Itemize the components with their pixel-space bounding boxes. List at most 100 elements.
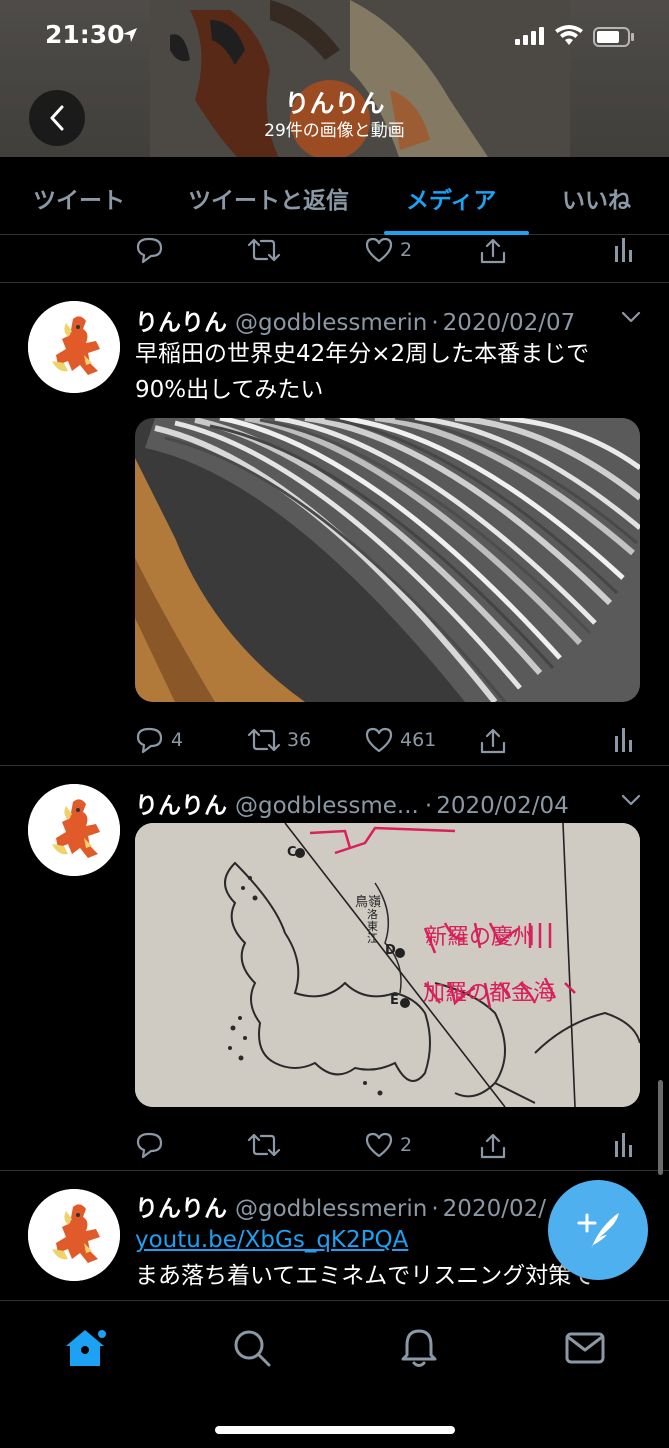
map-label-d: D: [385, 943, 396, 958]
tweet-author-name[interactable]: りんりん: [135, 1196, 227, 1222]
map-annotation: 加羅の都金海: [423, 981, 556, 1006]
reply-icon: [136, 1132, 163, 1159]
compose-tweet-icon: [577, 1213, 619, 1249]
share-button[interactable]: [478, 236, 508, 266]
tweet-date-separator: ·: [431, 1196, 439, 1222]
reply-count: 4: [171, 729, 184, 751]
profile-tabs: ツイート ツイートと返信 メディア いいね: [0, 157, 669, 235]
tweet-text-line: 早稲田の世界史42年分×2周した本番まじで: [135, 341, 590, 367]
home-icon: [66, 1330, 106, 1366]
reply-button[interactable]: [135, 236, 165, 264]
tweet-text: 早稲田の世界史42年分×2周した本番まじで 90%出してみたい: [135, 336, 635, 408]
cellular-signal-icon: [515, 27, 544, 45]
tweet-date[interactable]: 2020/02/07: [443, 310, 576, 336]
analytics-button[interactable]: [613, 236, 635, 264]
status-time: 21:30: [45, 20, 125, 49]
tweet-actions: 2: [135, 236, 635, 270]
avatar[interactable]: [28, 1189, 120, 1281]
nav-notifications[interactable]: [394, 1323, 444, 1373]
retweet-icon: [247, 238, 281, 262]
location-arrow-icon: [123, 28, 137, 42]
tweet-author-handle[interactable]: @godblessmerin: [235, 310, 427, 336]
like-count: 461: [400, 729, 437, 751]
tweet-photo[interactable]: C D E 鳥嶺 洛東江 新羅の慶州 加羅の都金海: [135, 823, 640, 1107]
map-annotation: 新羅の慶州: [425, 925, 536, 950]
heart-icon: [365, 237, 393, 263]
tweet-text-line: 90%出してみたい: [135, 377, 324, 403]
analytics-icon: [615, 1133, 632, 1157]
tweet-author-handle[interactable]: @godblessme...: [235, 793, 419, 819]
retweet-icon: [247, 1133, 281, 1157]
profile-name: りんりん: [284, 89, 385, 118]
retweet-button[interactable]: [247, 1131, 281, 1159]
tweet-date-separator: ·: [424, 793, 433, 819]
analytics-button[interactable]: [613, 726, 635, 754]
tab-likes[interactable]: いいね: [562, 181, 631, 215]
tweet-date[interactable]: 2020/02/: [443, 1196, 546, 1222]
share-button[interactable]: [478, 1131, 508, 1161]
tweet-author-handle[interactable]: @godblessmerin: [235, 1196, 427, 1222]
like-button[interactable]: 2: [364, 236, 412, 264]
battery-icon: [593, 27, 634, 47]
avatar[interactable]: [28, 784, 120, 876]
wifi-icon: [555, 25, 583, 45]
heart-icon: [365, 727, 393, 753]
tweet-date-separator: ·: [431, 310, 439, 336]
mail-icon: [565, 1332, 605, 1364]
tweet[interactable]: りんりん @godblessmerin · 2020/02/07 早稲田の世界史42年…: [0, 283, 669, 765]
nav-messages[interactable]: [560, 1323, 610, 1373]
home-indicator[interactable]: [215, 1426, 455, 1434]
retweet-icon: [247, 728, 281, 752]
tweet-author-name[interactable]: りんりん: [135, 310, 227, 336]
like-count: 2: [400, 239, 413, 261]
status-bar: 21:30: [0, 0, 669, 70]
tweet-actions: 4 36 461: [135, 726, 635, 760]
photo-annotated-map: [135, 823, 640, 1107]
share-icon: [480, 1133, 506, 1159]
nav-search[interactable]: [227, 1323, 277, 1373]
like-count: 2: [400, 1134, 413, 1156]
photo-stack-of-papers: [135, 418, 640, 702]
avatar-image: [28, 1189, 120, 1281]
tweet-actions: 2: [135, 1131, 635, 1165]
tweet-header: りんりん @godblessmerin · 2020/02/07: [135, 303, 575, 337]
tweet-photo[interactable]: [135, 418, 640, 702]
tweet[interactable]: りんりん @godblessme... · 2020/02/04 C D E 鳥…: [0, 766, 669, 1170]
compose-tweet-button[interactable]: [548, 1180, 648, 1280]
tab-tweets[interactable]: ツイート: [33, 181, 125, 215]
nav-home[interactable]: [60, 1323, 110, 1373]
reply-button[interactable]: [135, 1131, 165, 1159]
reply-icon: [136, 727, 163, 754]
avatar-image: [28, 784, 120, 876]
map-label-river: 洛東江: [367, 908, 378, 945]
avatar-image: [28, 301, 120, 393]
bell-icon: [401, 1329, 437, 1367]
chevron-down-icon[interactable]: [620, 793, 642, 807]
tweet-header: りんりん @godblessme... · 2020/02/04: [135, 786, 569, 820]
map-label-e: E: [390, 993, 399, 1008]
analytics-icon: [615, 728, 632, 752]
tweet-author-name[interactable]: りんりん: [135, 793, 227, 819]
share-icon: [480, 728, 506, 754]
chevron-down-icon[interactable]: [620, 310, 642, 324]
tab-tweets-and-replies[interactable]: ツイートと返信: [188, 181, 349, 215]
media-feed[interactable]: 2 りんりん @godblessmerin · 2020/02/07 早稲田の世界: [0, 236, 669, 1300]
tweet-date[interactable]: 2020/02/04: [436, 793, 569, 819]
profile-media-count: 29件の画像と動画: [264, 121, 405, 141]
share-icon: [480, 238, 506, 264]
avatar[interactable]: [28, 301, 120, 393]
retweet-button[interactable]: 36: [247, 726, 311, 754]
like-button[interactable]: 461: [364, 726, 436, 754]
analytics-button[interactable]: [613, 1131, 635, 1159]
reply-button[interactable]: 4: [135, 726, 183, 754]
share-button[interactable]: [478, 726, 508, 756]
profile-header: 21:30 りんりん 29件の画像と動画: [0, 0, 669, 157]
map-label-c: C: [287, 845, 297, 860]
retweet-button[interactable]: [247, 236, 281, 264]
tweet-header: りんりん @godblessmerin · 2020/02/: [135, 1189, 546, 1223]
active-tab-indicator: [384, 231, 529, 235]
scroll-indicator[interactable]: [658, 1080, 663, 1175]
tab-media[interactable]: メディア: [406, 181, 496, 215]
retweet-count: 36: [287, 729, 312, 751]
like-button[interactable]: 2: [364, 1131, 412, 1159]
